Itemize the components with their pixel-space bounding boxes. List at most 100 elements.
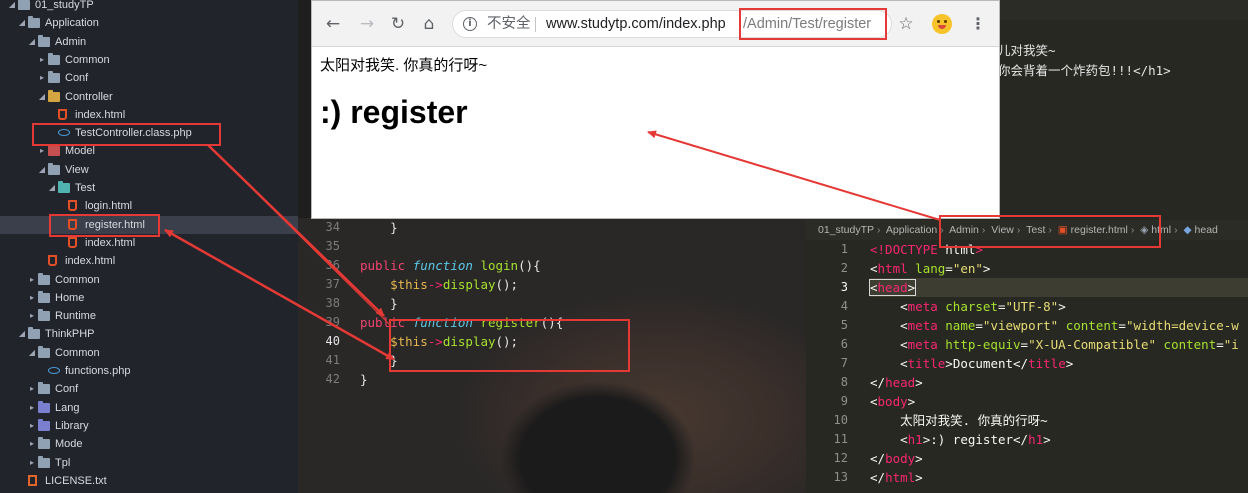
chevron-right-icon[interactable]: ▸ xyxy=(28,399,36,417)
tree-item[interactable]: login.html xyxy=(0,197,298,215)
chevron-down-icon[interactable]: ◢ xyxy=(28,33,36,51)
chevron-right-icon[interactable]: ▸ xyxy=(28,454,36,472)
tree-item[interactable]: TestController.class.php xyxy=(0,124,298,142)
code-line-register[interactable]: public function register(){ xyxy=(360,313,563,332)
tree-item[interactable]: ◢ 01_studyTP xyxy=(0,0,298,14)
tree-item[interactable]: ▸ Conf xyxy=(0,69,298,87)
breadcrumb-item[interactable]: Test xyxy=(1026,224,1045,236)
breadcrumb: 01_studyTP › Application › Admin › View › Te… xyxy=(806,220,1248,240)
code-token: } xyxy=(390,296,398,311)
chevron-down-icon[interactable]: ◢ xyxy=(18,14,26,32)
reload-icon[interactable]: ↻ xyxy=(387,13,409,35)
url-path[interactable]: /Admin/Test/register xyxy=(743,11,871,37)
tree-item[interactable]: ▸ Library xyxy=(0,417,298,435)
extension-emoji-icon[interactable] xyxy=(932,14,952,34)
breadcrumb-item[interactable]: 01_studyTP xyxy=(818,224,874,236)
code-line[interactable]: $this->display(); xyxy=(360,275,518,294)
tree-item[interactable]: ▸ Common xyxy=(0,51,298,69)
tree-item[interactable]: ▸ Tpl xyxy=(0,454,298,472)
code-line[interactable]: } xyxy=(360,218,398,237)
url-host[interactable]: www.studytp.com/index.php xyxy=(546,11,726,37)
address-bar[interactable]: i 不安全 www.studytp.com/index.php /Admin/T… xyxy=(452,10,892,38)
tree-item[interactable]: ◢ Controller xyxy=(0,88,298,106)
chevron-right-icon[interactable]: ▸ xyxy=(28,417,36,435)
html5-icon xyxy=(68,200,77,211)
tree-item[interactable]: ◢ Application xyxy=(0,14,298,32)
chevron-down-icon[interactable]: ◢ xyxy=(38,161,46,179)
tree-item[interactable]: ▸ Model xyxy=(0,142,298,160)
tree-item[interactable]: ◢ Common xyxy=(0,344,298,362)
tree-item[interactable]: index.html xyxy=(0,106,298,124)
folder-icon xyxy=(28,16,40,28)
code-line[interactable]: </head> xyxy=(870,373,923,392)
arrow-operator: -> xyxy=(427,334,443,349)
code-line[interactable]: <!DOCTYPE html> xyxy=(870,240,983,259)
home-icon[interactable]: ⌂ xyxy=(418,13,440,35)
code-line[interactable]: } xyxy=(360,370,368,389)
forward-arrow-icon[interactable]: → xyxy=(356,13,378,35)
tree-item[interactable]: register.html xyxy=(0,216,298,234)
tree-item[interactable]: functions.php xyxy=(0,362,298,380)
chevron-right-icon[interactable]: ▸ xyxy=(28,380,36,398)
code-line[interactable]: <meta name="viewport" content="width=dev… xyxy=(870,316,1239,335)
chevron-right-icon[interactable]: ▸ xyxy=(28,289,36,307)
tree-item[interactable]: index.html xyxy=(0,252,298,270)
browser-menu-icon[interactable]: ⋮ xyxy=(970,13,986,35)
file-icon xyxy=(28,475,37,486)
code-line[interactable]: </body> xyxy=(870,449,923,468)
folder-icon xyxy=(48,144,60,156)
tree-item[interactable]: ◢ View xyxy=(0,161,298,179)
code-token: (); xyxy=(495,277,519,292)
tree-item[interactable]: ▸ Common xyxy=(0,271,298,289)
code-line[interactable]: <html lang="en"> xyxy=(870,259,990,278)
tree-item[interactable]: ▸ Mode xyxy=(0,435,298,453)
chevron-down-icon[interactable]: ◢ xyxy=(18,325,26,343)
breadcrumb-item[interactable]: Application xyxy=(886,224,937,236)
code-line-active[interactable]: $this->display(); xyxy=(360,332,518,351)
arrow-operator: -> xyxy=(427,277,443,292)
tree-item[interactable]: ▸ Lang xyxy=(0,399,298,417)
breadcrumb-item[interactable]: register.html xyxy=(1071,224,1128,236)
code-line[interactable]: 太阳对我笑. 你真的行呀~ xyxy=(870,411,1048,430)
tree-item[interactable]: LICENSE.txt xyxy=(0,472,298,490)
line-number: 34 xyxy=(325,220,340,234)
code-line[interactable]: <body> xyxy=(870,392,915,411)
code-line-login[interactable]: public function login(){ xyxy=(360,256,541,275)
bookmark-star-icon[interactable]: ☆ xyxy=(895,13,917,35)
code-line[interactable]: <meta charset="UTF-8"> xyxy=(870,297,1066,316)
back-arrow-icon[interactable]: ← xyxy=(322,13,344,35)
chevron-down-icon[interactable]: ◢ xyxy=(38,88,46,106)
breadcrumb-item[interactable]: head xyxy=(1195,224,1218,236)
chevron-down-icon[interactable]: ◢ xyxy=(48,179,56,197)
tree-item[interactable]: ◢ Test xyxy=(0,179,298,197)
breadcrumb-item[interactable]: html xyxy=(1151,224,1171,236)
chevron-down-icon[interactable]: ◢ xyxy=(28,344,36,362)
center-code-editor[interactable]: 34 35 36 37 38 39 40 41 42 } public func… xyxy=(298,218,806,493)
chevron-right-icon[interactable]: ▸ xyxy=(28,307,36,325)
tree-item[interactable]: index.html xyxy=(0,234,298,252)
tree-item[interactable]: ▸ Runtime xyxy=(0,307,298,325)
chevron-right-icon[interactable]: ▸ xyxy=(28,271,36,289)
chevron-down-icon[interactable]: ◢ xyxy=(8,0,16,14)
code-line-active[interactable]: <head> xyxy=(868,278,1248,297)
breadcrumb-item[interactable]: Admin xyxy=(949,224,979,236)
chevron-right-icon[interactable]: ▸ xyxy=(38,51,46,69)
tree-item[interactable]: ◢ Admin xyxy=(0,33,298,51)
breadcrumb-item[interactable]: View xyxy=(991,224,1014,236)
code-line[interactable]: } xyxy=(360,351,398,370)
chevron-right-icon[interactable]: ▸ xyxy=(28,435,36,453)
code-line[interactable]: } xyxy=(360,294,398,313)
code-line[interactable]: </html> xyxy=(870,468,923,487)
chevron-right-icon[interactable]: ▸ xyxy=(38,142,46,160)
chevron-right-icon[interactable]: ▸ xyxy=(38,69,46,87)
security-status-label[interactable]: 不安全 xyxy=(487,11,531,37)
info-icon[interactable]: i xyxy=(463,17,477,31)
tree-item-label: Conf xyxy=(65,72,89,84)
tree-item[interactable]: ▸ Conf xyxy=(0,380,298,398)
code-line[interactable]: <h1>:) register</h1> xyxy=(870,430,1051,449)
tree-item[interactable]: ◢ ThinkPHP xyxy=(0,325,298,343)
code-line[interactable]: <meta http-equiv="X-UA-Compatible" conte… xyxy=(870,335,1239,354)
code-line[interactable]: <title>Document</title> xyxy=(870,354,1073,373)
tree-item[interactable]: ▸ Home xyxy=(0,289,298,307)
html5-icon xyxy=(68,237,77,248)
